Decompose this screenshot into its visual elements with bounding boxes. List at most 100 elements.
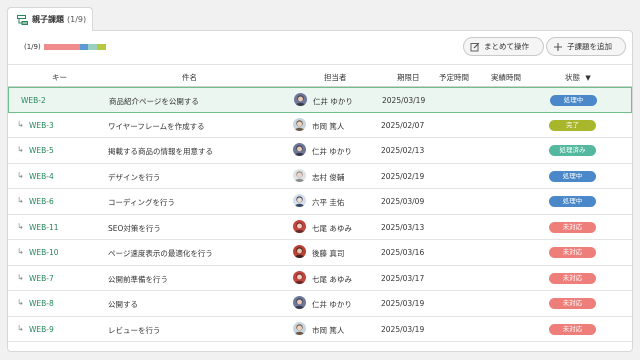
- issue-subject-link[interactable]: 掲載する商品の情報を用意する: [108, 146, 213, 157]
- progress-summary: (1/9): [24, 43, 106, 51]
- issue-subject-link[interactable]: デザインを行う: [108, 172, 161, 183]
- progress-bar: [43, 44, 106, 50]
- table-row[interactable]: ↳ WEB-11 SEO対策を行う 七尾 あゆみ 2025/03/13 未対応: [8, 215, 632, 240]
- assignee-name: 仁井 ゆかり: [313, 97, 353, 106]
- subtask-icon: [17, 14, 28, 25]
- sort-down-icon: ▼: [585, 74, 591, 82]
- status-badge[interactable]: 処理済み: [549, 145, 596, 156]
- issue-key-link[interactable]: WEB-9: [29, 325, 54, 334]
- due-date: 2025/03/19: [382, 96, 426, 105]
- avatar: [294, 93, 307, 106]
- column-header-due[interactable]: 期限日: [397, 72, 420, 83]
- status-badge[interactable]: 処理中: [550, 95, 597, 106]
- avatar: [293, 321, 306, 335]
- table-row[interactable]: ↳ WEB-3 ワイヤーフレームを作成する 市岡 篤人 2025/02/07 完了: [8, 113, 632, 138]
- due-date: 2025/03/19: [381, 299, 425, 308]
- table-row[interactable]: ↳ WEB-8 公開する 仁井 ゆかり 2025/03/19 未対応: [8, 291, 632, 317]
- status-badge[interactable]: 未対応: [549, 323, 596, 335]
- issue-key-link[interactable]: WEB-10: [29, 248, 59, 257]
- column-header-subject[interactable]: 件名: [182, 72, 197, 83]
- issue-subject-link[interactable]: レビューを行う: [108, 325, 161, 336]
- column-header-actual[interactable]: 実績時間: [491, 72, 521, 83]
- subtask-arrow-icon: ↳: [17, 170, 24, 180]
- child-issues-table-container: (1/9) まとめて操作 子課題を追加 キー 件名 担当者 期限日 予定時間 実…: [7, 30, 633, 352]
- due-date: 2025/02/07: [381, 120, 425, 130]
- avatar: [293, 296, 306, 309]
- table-row[interactable]: WEB-2 商品紹介ページを公開する 仁井 ゆかり 2025/03/19 処理中: [8, 87, 632, 113]
- progress-segment: [88, 44, 98, 50]
- issue-subject-link[interactable]: 公開前準備を行う: [108, 274, 168, 285]
- issue-subject-link[interactable]: 商品紹介ページを公開する: [109, 96, 199, 107]
- progress-segment: [43, 44, 80, 50]
- table-row[interactable]: ↳ WEB-9 レビューを行う 市岡 篤人 2025/03/19 未対応: [8, 317, 632, 342]
- issue-subject-link[interactable]: SEO対策を行う: [108, 223, 161, 234]
- issue-key-link[interactable]: WEB-2: [21, 96, 46, 105]
- due-date: 2025/02/19: [381, 171, 425, 181]
- subtask-arrow-icon: ↳: [17, 247, 24, 256]
- status-badge[interactable]: 未対応: [549, 221, 596, 233]
- due-date: 2025/03/17: [381, 273, 425, 283]
- progress-segment: [79, 44, 89, 50]
- column-header-assignee[interactable]: 担当者: [324, 72, 347, 83]
- avatar: [293, 270, 306, 284]
- issue-key-link[interactable]: WEB-4: [29, 172, 54, 181]
- subtask-arrow-icon: ↳: [17, 196, 24, 205]
- child-issues-panel: 親子課題 (1/9) (1/9) まとめて操作 子課題を追加 キー 件名 担当者…: [7, 7, 633, 353]
- avatar: [293, 143, 306, 156]
- table-row[interactable]: ↳ WEB-10 ページ速度表示の最適化を行う 後藤 真司 2025/03/16 未対応: [8, 240, 632, 266]
- avatar: [293, 219, 306, 233]
- assignee-name: 七尾 あゆみ: [312, 274, 352, 284]
- table-row[interactable]: ↳ WEB-7 公開前準備を行う 七尾 あゆみ 2025/03/17 未対応: [8, 266, 632, 291]
- table-header: キー 件名 担当者 期限日 予定時間 実績時間 状態 ▼: [8, 64, 632, 87]
- due-date: 2025/03/16: [381, 248, 425, 257]
- issue-subject-link[interactable]: 公開する: [108, 299, 138, 310]
- issue-key-link[interactable]: WEB-6: [29, 197, 54, 206]
- subtask-arrow-icon: ↳: [17, 323, 24, 333]
- bulk-action-label: まとめて操作: [484, 42, 529, 51]
- add-child-issue-label: 子課題を追加: [567, 42, 612, 51]
- issue-key-link[interactable]: WEB-5: [29, 146, 54, 155]
- avatar: [293, 117, 306, 131]
- status-badge[interactable]: 未対応: [549, 247, 596, 258]
- table-row[interactable]: ↳ WEB-5 掲載する商品の情報を用意する 仁井 ゆかり 2025/02/13 処理済み: [8, 138, 632, 164]
- column-header-key[interactable]: キー: [52, 72, 67, 83]
- subtask-arrow-icon: ↳: [17, 298, 24, 307]
- issue-key-link[interactable]: WEB-11: [29, 223, 59, 232]
- status-badge[interactable]: 未対応: [549, 272, 596, 284]
- issue-key-link[interactable]: WEB-8: [29, 299, 54, 308]
- column-header-status[interactable]: 状態 ▼: [565, 72, 591, 83]
- avatar: [293, 245, 306, 258]
- status-badge[interactable]: 処理中: [549, 170, 596, 182]
- progress-segment: [97, 44, 106, 50]
- due-date: 2025/02/13: [381, 146, 425, 155]
- assignee-name: 七尾 あゆみ: [312, 223, 352, 233]
- table-row[interactable]: ↳ WEB-4 デザインを行う 志村 俊輔 2025/02/19 処理中: [8, 164, 632, 189]
- issue-subject-link[interactable]: コーディングを行う: [108, 197, 175, 208]
- assignee-name: 仁井 ゆかり: [312, 147, 352, 156]
- avatar: [293, 168, 306, 182]
- progress-label: (1/9): [24, 43, 41, 51]
- table-row[interactable]: ↳ WEB-6 コーディングを行う 六平 圭佑 2025/03/09 処理中: [8, 189, 632, 215]
- issue-key-link[interactable]: WEB-3: [29, 121, 54, 130]
- add-child-issue-button[interactable]: 子課題を追加: [546, 37, 626, 56]
- status-badge[interactable]: 処理中: [549, 196, 596, 207]
- issue-key-link[interactable]: WEB-7: [29, 274, 54, 283]
- avatar: [293, 194, 306, 207]
- issue-list: WEB-2 商品紹介ページを公開する 仁井 ゆかり 2025/03/19 処理中 ↳ WEB…: [8, 87, 632, 342]
- column-header-status-label: 状態: [565, 73, 580, 82]
- bulk-action-button[interactable]: まとめて操作: [463, 37, 544, 56]
- assignee-name: 仁井 ゆかり: [312, 300, 352, 309]
- assignee-name: 市岡 篤人: [312, 325, 345, 335]
- subtask-arrow-icon: ↳: [17, 119, 24, 129]
- status-badge[interactable]: 未対応: [549, 298, 596, 309]
- tab-child-issues[interactable]: 親子課題 (1/9): [7, 7, 93, 31]
- assignee-name: 市岡 篤人: [312, 121, 345, 131]
- subtask-arrow-icon: ↳: [17, 221, 24, 231]
- status-badge[interactable]: 完了: [549, 119, 596, 131]
- column-header-estimate[interactable]: 予定時間: [439, 72, 469, 83]
- plus-icon: [554, 42, 562, 51]
- issue-subject-link[interactable]: ワイヤーフレームを作成する: [108, 121, 205, 132]
- due-date: 2025/03/13: [381, 222, 425, 232]
- issue-subject-link[interactable]: ページ速度表示の最適化を行う: [108, 248, 213, 259]
- assignee-name: 志村 俊輔: [312, 172, 345, 182]
